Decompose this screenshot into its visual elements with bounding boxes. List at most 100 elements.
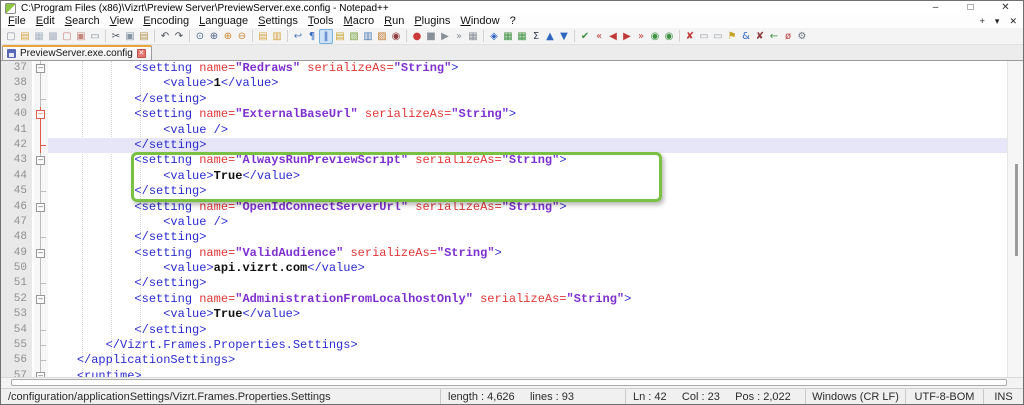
paste-button[interactable]: ▤ [137,29,151,44]
code-text[interactable]: <value>True</value> [48,307,1023,322]
code-text[interactable]: <value /> [48,215,1023,230]
fold-collapse-icon[interactable]: – [36,249,45,258]
code-text[interactable]: </setting> [48,138,1023,153]
code-text[interactable]: </setting> [48,276,1023,291]
sum-button[interactable]: Σ [529,29,543,44]
document-map-button[interactable]: ▧ [347,29,361,44]
menu-settings[interactable]: Settings [253,15,303,28]
horizontal-scrollbar-thumb[interactable] [11,379,1007,386]
replace-button[interactable]: ⊕ [207,29,221,44]
open-file-button[interactable]: ▤ [18,29,32,44]
code-text[interactable]: <value /> [48,123,1023,138]
check-button[interactable]: ✔ [578,29,592,44]
maximize-button[interactable]: □ [953,1,988,15]
minimize-button[interactable]: – [918,1,953,15]
tab-close-icon[interactable]: ✕ [137,49,146,58]
fold-toggle[interactable]: – [34,246,48,261]
code-text[interactable]: </setting> [48,92,1023,107]
code-text[interactable]: </setting> [48,230,1023,245]
find-button[interactable]: ⊙ [193,29,207,44]
sync-vertical-button[interactable]: ▤ [256,29,270,44]
nav-last-button[interactable]: » [634,29,648,44]
ampersand-button[interactable]: & [739,29,753,44]
record-green2-button[interactable]: ◉ [662,29,676,44]
menu-edit[interactable]: Edit [31,15,60,28]
close-button[interactable]: ✕ [988,1,1023,15]
fold-toggle[interactable]: – [34,200,48,215]
fold-collapse-icon[interactable]: – [36,64,45,73]
fold-collapse-icon[interactable]: – [36,156,45,165]
run-button[interactable]: ◈ [487,29,501,44]
nav-first-button[interactable]: « [592,29,606,44]
undo-button[interactable]: ↶ [158,29,172,44]
compare-lines-button[interactable]: ▦ [515,29,529,44]
editor-pane[interactable]: 37– <setting name="Redraws" serializeAs=… [1,61,1023,377]
zoom-out-button[interactable]: ⊖ [235,29,249,44]
save-file-button[interactable]: ▦ [32,29,46,44]
fold-collapse-icon[interactable]: – [36,203,45,212]
record-green-button[interactable]: ◉ [648,29,662,44]
menu-language[interactable]: Language [194,15,253,28]
strike-button[interactable]: ✘ [753,29,767,44]
sync-horizontal-button[interactable]: ▥ [270,29,284,44]
sort-descending-button[interactable]: ▼ [557,29,571,44]
fold-toggle[interactable]: – [34,107,48,122]
macro-record-button[interactable]: ● [410,29,424,44]
print-button[interactable]: ▭ [88,29,102,44]
function-list-button[interactable]: ▤ [333,29,347,44]
menu-window[interactable]: Window [455,15,504,28]
new-tab-button[interactable]: + [980,15,985,28]
status-encoding[interactable]: UTF-8-BOM [905,389,983,404]
status-eol-format[interactable]: Windows (CR LF) [805,389,905,404]
show-all-characters-button[interactable]: ¶ [305,29,319,44]
save-all-button[interactable]: ▩ [46,29,60,44]
fold-collapse-icon[interactable]: – [36,295,45,304]
fold-toggle[interactable]: – [34,369,48,377]
code-text[interactable]: <setting name="ExternalBaseUrl" serializ… [48,107,1023,122]
copy-button[interactable]: ▣ [123,29,137,44]
macro-play-button[interactable]: ▶ [438,29,452,44]
monitoring-button[interactable]: ◉ [389,29,403,44]
no-entry-button[interactable]: ø [781,29,795,44]
vertical-scrollbar[interactable] [1007,61,1023,377]
menu-view[interactable]: View [105,15,139,28]
code-text[interactable]: </Vizrt.Frames.Properties.Settings> [48,338,1023,353]
macro-save-button[interactable]: ▦ [466,29,480,44]
code-text[interactable]: <setting name="AlwaysRunPreviewScript" s… [48,153,1023,168]
close-tab-button[interactable]: ✕ [1009,15,1017,28]
macro-run-multiple-button[interactable]: » [452,29,466,44]
code-text[interactable]: <value>api.vizrt.com</value> [48,261,1023,276]
flag-button[interactable]: ⚑ [725,29,739,44]
arrow-left-button[interactable]: ← [767,29,781,44]
tab-list-button[interactable]: ▾ [995,15,1000,28]
menu-run[interactable]: Run [379,15,409,28]
menu-plugins[interactable]: Plugins [409,15,455,28]
code-text[interactable]: <value>1</value> [48,76,1023,91]
vertical-scrollbar-thumb[interactable] [1015,164,1018,256]
indent-guide-button[interactable]: ‖ [319,29,333,44]
wrench-button[interactable]: ⚙ [795,29,809,44]
fold-toggle[interactable]: – [34,153,48,168]
fold-toggle[interactable]: – [34,61,48,76]
new-file-button[interactable]: ▢ [4,29,18,44]
macro-stop-button[interactable]: ■ [424,29,438,44]
code-text[interactable]: <setting name="OpenIdConnectServerUrl" s… [48,200,1023,215]
fold-toggle[interactable]: – [34,292,48,307]
menu-file[interactable]: File [3,15,31,28]
code-text[interactable]: </setting> [48,184,1023,199]
close-file-button[interactable]: ▢ [60,29,74,44]
compare-button[interactable]: ▦ [501,29,515,44]
code-text[interactable]: <setting name="AdministrationFromLocalho… [48,292,1023,307]
fold-collapse-icon[interactable]: – [36,372,45,377]
menu-search[interactable]: Search [60,15,105,28]
clear-marks-button[interactable]: ✘ [683,29,697,44]
code-text[interactable]: </applicationSettings> [48,353,1023,368]
status-insert-mode[interactable]: INS [983,389,1023,404]
menu-help[interactable]: ? [505,15,521,28]
menu-encoding[interactable]: Encoding [138,15,194,28]
tab-previewserver-exe-config[interactable]: PreviewServer.exe.config ✕ [2,45,152,60]
nav-next-button[interactable]: ▶ [620,29,634,44]
menu-macro[interactable]: Macro [339,15,380,28]
fold-collapse-icon[interactable]: – [36,110,45,119]
horizontal-scrollbar[interactable] [1,377,1023,388]
